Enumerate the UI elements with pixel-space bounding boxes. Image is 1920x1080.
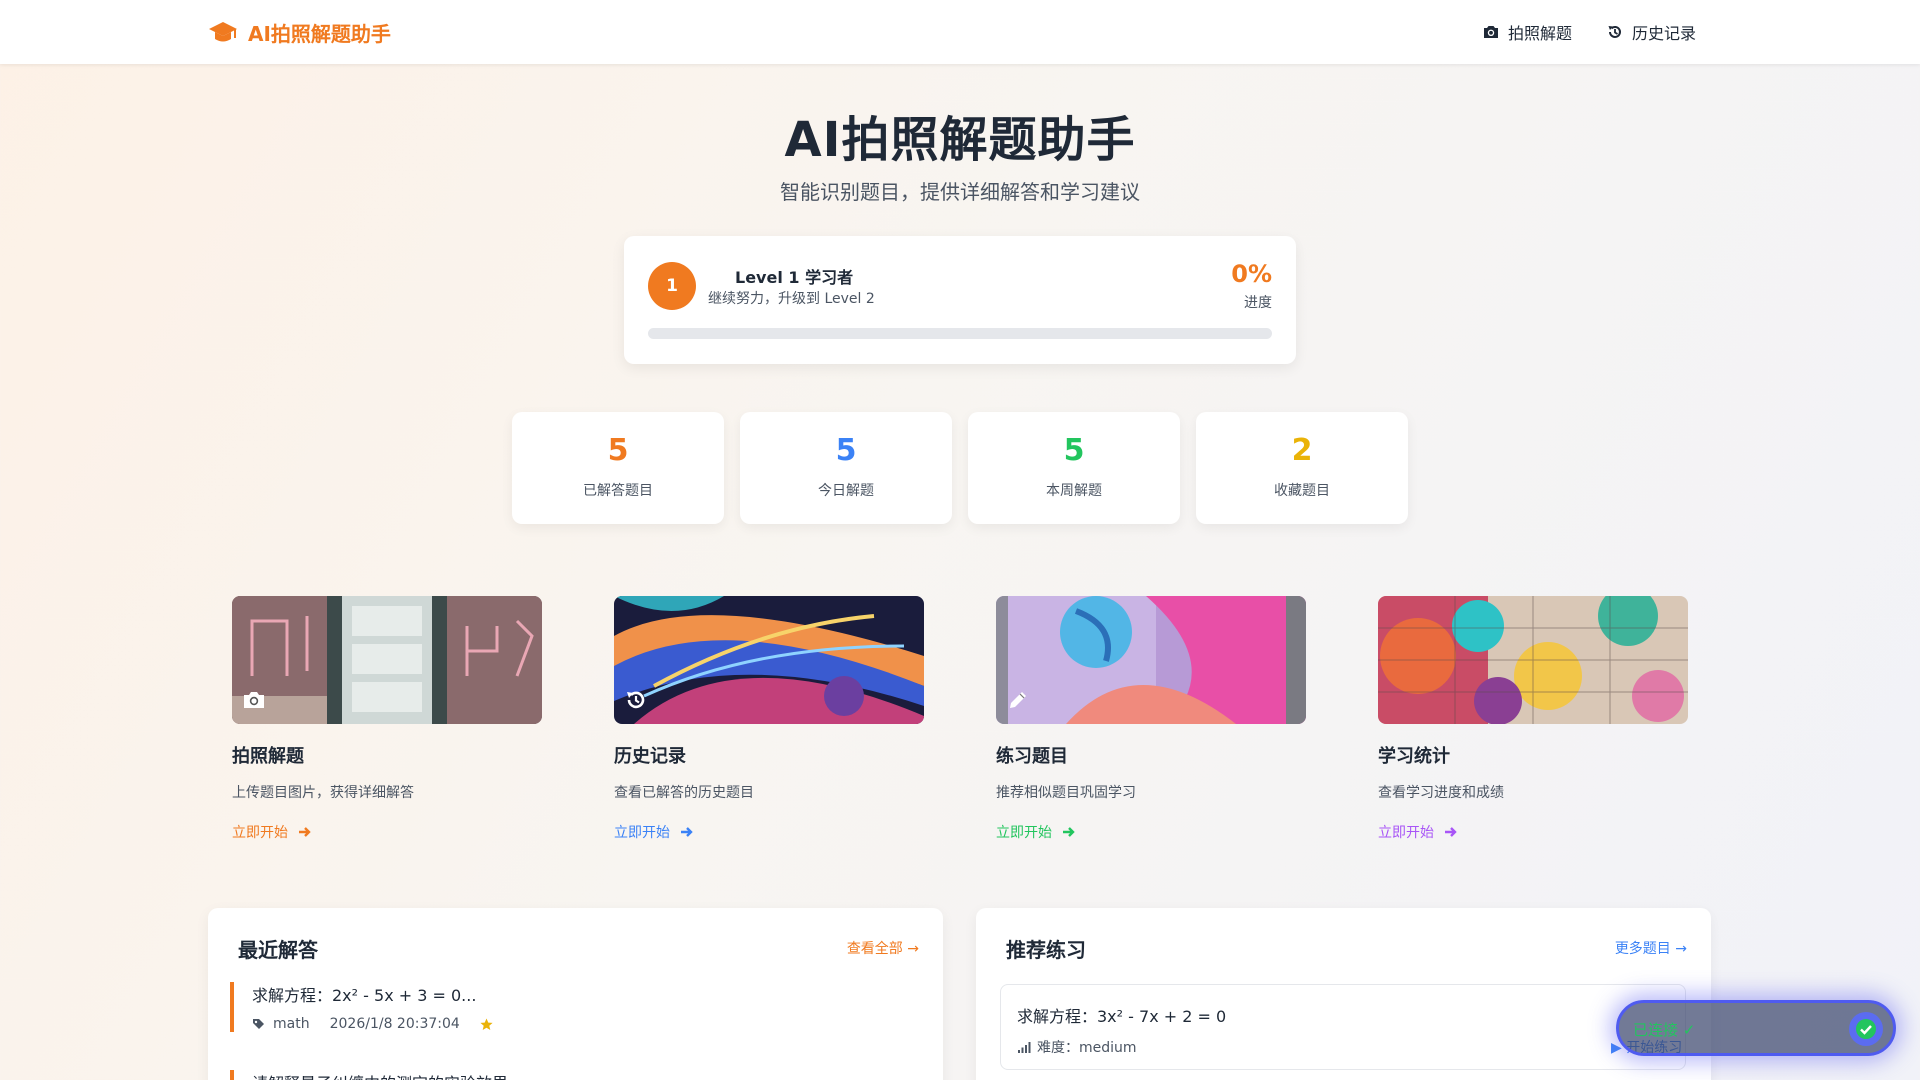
level-badge: 1 — [648, 262, 696, 310]
feature-desc: 查看已解答的历史题目 — [614, 785, 754, 801]
feature-start-link[interactable]: 立即开始 — [996, 822, 1306, 842]
top-navbar: AI拍照解题助手 拍照解题 历史记录 — [0, 0, 1920, 64]
level-progress-bar — [648, 328, 1272, 339]
feature-card-history[interactable]: 历史记录 查看已解答的历史题目 立即开始 — [614, 596, 924, 842]
feature-image — [614, 596, 924, 724]
feature-title: 历史记录 — [614, 746, 686, 767]
recent-answer-item[interactable]: 求解方程：2x² - 5x + 3 = 0... math 2026/1/8 2… — [230, 982, 920, 1032]
camera-icon — [1483, 26, 1498, 38]
check-icon — [1856, 1019, 1876, 1039]
feature-start-label: 立即开始 — [996, 825, 1052, 841]
signal-bars-icon — [1018, 1042, 1031, 1053]
brand-name: AI拍照解题助手 — [248, 22, 391, 46]
feature-desc: 查看学习进度和成绩 — [1378, 785, 1504, 801]
practice-card[interactable]: 求解方程：3x² - 7x + 2 = 0 难度：medium ▶ 开始练习 — [1000, 984, 1686, 1070]
feature-start-label: 立即开始 — [232, 825, 288, 841]
practice-question: 求解方程：3x² - 7x + 2 = 0 — [1017, 1007, 1227, 1026]
page-title: AI拍照解题助手 — [784, 112, 1136, 168]
feature-image — [232, 596, 542, 724]
recent-question: 求解方程：2x² - 5x + 3 = 0... — [252, 986, 477, 1005]
stat-card-week: 5 本周解题 — [968, 412, 1180, 524]
view-all-link[interactable]: 查看全部 → — [847, 938, 919, 958]
feature-desc: 上传题目图片，获得详细解答 — [232, 785, 414, 801]
stat-label: 已解答题目 — [583, 483, 653, 499]
recommended-title: 推荐练习 — [1006, 938, 1086, 962]
feature-image — [1378, 596, 1688, 724]
stat-value: 2 — [1291, 433, 1313, 468]
level-percent: 0% — [1231, 260, 1272, 288]
connection-status-toast[interactable]: 已连接 ✓ — [1616, 1000, 1896, 1056]
tag-icon — [253, 1018, 264, 1029]
nav-link-label: 拍照解题 — [1507, 24, 1572, 43]
feature-image — [996, 596, 1306, 724]
level-hint: 继续努力，升级到 Level 2 — [708, 291, 875, 307]
stat-card-solved: 5 已解答题目 — [512, 412, 724, 524]
page-subtitle: 智能识别题目，提供详细解答和学习建议 — [780, 180, 1140, 204]
connection-status-text: 已连接 ✓ — [1633, 1021, 1696, 1039]
level-percent-label: 进度 — [1244, 295, 1272, 311]
feature-card-statistics[interactable]: 学习统计 查看学习进度和成绩 立即开始 — [1378, 596, 1688, 842]
check-circle-icon — [1849, 1012, 1883, 1046]
level-card: 1 Level 1 学习者 继续努力，升级到 Level 2 0% 进度 — [624, 236, 1296, 364]
history-icon — [627, 691, 645, 709]
feature-card-photo-solve[interactable]: 拍照解题 上传题目图片，获得详细解答 立即开始 — [232, 596, 542, 842]
arrow-right-icon — [681, 827, 693, 837]
stat-label: 本周解题 — [1046, 483, 1102, 499]
stat-value: 5 — [1063, 433, 1085, 468]
arrow-right-icon — [1445, 827, 1457, 837]
arrow-right-icon — [1063, 827, 1075, 837]
arrow-right-icon — [299, 827, 311, 837]
practice-meta: 难度：medium — [1017, 1037, 1137, 1057]
feature-artwork — [614, 596, 924, 724]
feature-start-label: 立即开始 — [1378, 825, 1434, 841]
recent-answer-item[interactable]: 请解释量子纠缠中的测定的实验效果 — [230, 1070, 920, 1080]
brand-logo[interactable]: AI拍照解题助手 — [208, 18, 391, 47]
feature-start-link[interactable]: 立即开始 — [614, 822, 924, 842]
recent-answers-title: 最近解答 — [238, 938, 318, 962]
feature-desc: 推荐相似题目巩固学习 — [996, 785, 1136, 801]
stat-value: 5 — [607, 433, 629, 468]
feature-title: 练习题目 — [996, 746, 1068, 767]
graduation-cap-icon — [209, 21, 237, 41]
recent-subject: math — [273, 1016, 310, 1032]
recent-question: 请解释量子纠缠中的测定的实验效果 — [252, 1070, 920, 1080]
stat-label: 收藏题目 — [1274, 483, 1330, 499]
stat-card-today: 5 今日解题 — [740, 412, 952, 524]
feature-artwork — [1378, 596, 1688, 724]
feature-start-link[interactable]: 立即开始 — [232, 822, 542, 842]
history-icon — [1608, 25, 1621, 38]
recent-time: 2026/1/8 20:37:04 — [329, 1016, 460, 1032]
feature-title: 学习统计 — [1378, 746, 1450, 767]
camera-icon — [244, 692, 264, 708]
stat-label: 今日解题 — [818, 483, 874, 499]
feature-artwork — [232, 596, 542, 724]
level-name: Level 1 学习者 — [735, 268, 854, 287]
recent-meta: math 2026/1/8 20:37:04 — [252, 1016, 920, 1032]
pencil-icon — [1010, 692, 1026, 708]
feature-title: 拍照解题 — [232, 746, 304, 767]
nav-links: 拍照解题 历史记录 — [1482, 20, 1696, 44]
stat-card-favorites: 2 收藏题目 — [1196, 412, 1408, 524]
feature-artwork — [996, 596, 1306, 724]
star-icon[interactable] — [480, 1018, 493, 1031]
feature-card-practice[interactable]: 练习题目 推荐相似题目巩固学习 立即开始 — [996, 596, 1306, 842]
stats-row: 5 已解答题目 5 今日解题 5 本周解题 2 收藏题目 — [512, 412, 1408, 524]
nav-link-history[interactable]: 历史记录 — [1606, 20, 1696, 44]
recommended-practice-panel: 推荐练习 更多题目 → 求解方程：3x² - 7x + 2 = 0 难度：med… — [976, 908, 1711, 1080]
recent-answers-panel: 最近解答 查看全部 → 求解方程：2x² - 5x + 3 = 0... mat… — [208, 908, 943, 1080]
feature-start-label: 立即开始 — [614, 825, 670, 841]
stat-value: 5 — [835, 433, 857, 468]
nav-link-photo-solve[interactable]: 拍照解题 — [1482, 20, 1572, 44]
nav-link-label: 历史记录 — [1631, 24, 1696, 43]
practice-difficulty: 难度：medium — [1037, 1040, 1137, 1056]
more-questions-link[interactable]: 更多题目 → — [1615, 938, 1687, 958]
feature-start-link[interactable]: 立即开始 — [1378, 822, 1688, 842]
